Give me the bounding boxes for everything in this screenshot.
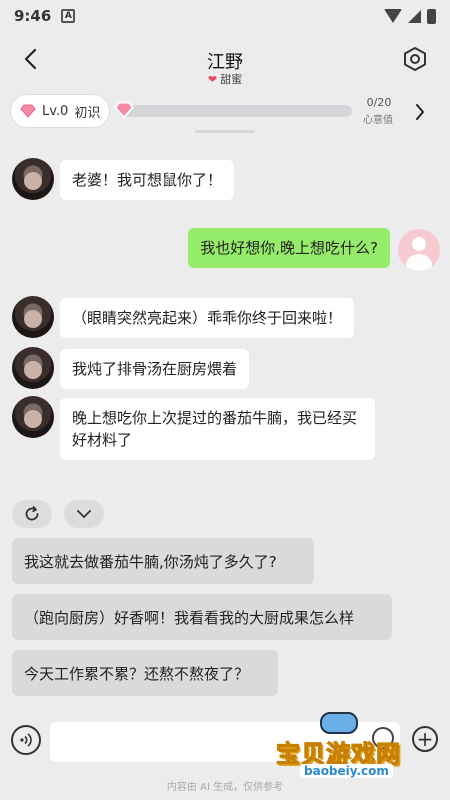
relationship-status: ❤ 甜蜜 [0,71,450,87]
level-rank: 初识 [74,105,101,121]
heart-gem-icon [20,104,36,118]
ai-disclaimer: 内容由 AI 生成，仅供参考 [166,782,284,793]
notification-icon: A [61,9,76,23]
intimacy-level-bar: Lv.0 初识 0/20 心意值 [0,92,450,130]
bot-avatar[interactable] [12,347,54,389]
message-row: （眼睛突然亮起来）乖乖你终于回来啦！ [12,296,355,338]
message-bubble: 老婆！我可想鼠你了！ [60,160,235,200]
message-bubble: （眼睛突然亮起来）乖乖你终于回来啦！ [60,298,355,338]
status-icons [384,8,436,24]
wifi-icon [384,9,402,23]
message-row: 我也好想你,晚上想吃什么? [188,228,440,271]
status-time: 9:46 [14,7,52,25]
progress-gem-icon [114,101,134,119]
status-bar: 9:46 A [0,0,450,32]
bot-avatar[interactable] [12,158,54,200]
cellular-icon [408,9,421,23]
message-row: 晚上想吃你上次提过的番茄牛腩，我已经买好材料了 [12,396,375,460]
message-bubble: 晚上想吃你上次提过的番茄牛腩，我已经买好材料了 [60,398,375,460]
message-row: 老婆！我可想鼠你了！ [12,158,235,200]
message-bubble: 我炖了排骨汤在厨房煨着 [60,349,250,389]
level-label: Lv.0 [42,103,69,119]
my-avatar[interactable] [398,229,440,271]
refresh-suggestions-button[interactable] [12,500,52,528]
suggestion-item[interactable]: 我这就去做番茄牛腩,你汤炖了多久了? [12,538,314,584]
chevron-right-icon[interactable] [412,101,428,123]
chat-header: 江野 ❤ 甜蜜 [0,34,450,88]
collapse-suggestions-button[interactable] [64,500,104,528]
watermark-logo: 宝贝游戏网 baobeiy.com [276,712,436,782]
suggestion-item[interactable]: （跑向厨房）好香啊！我看看我的大厨成果怎么样 [12,594,392,640]
progress-label: 心意值 [363,115,393,126]
voice-icon [20,733,32,747]
my-message-bubble: 我也好想你,晚上想吃什么? [188,228,390,268]
refresh-icon [25,506,39,521]
chevron-down-icon [77,510,91,518]
panel-handle [195,130,255,133]
progress-count: 0/20 [366,96,392,109]
message-row: 我炖了排骨汤在厨房煨着 [12,347,250,389]
voice-input-button[interactable] [11,725,41,755]
settings-icon[interactable] [402,46,428,72]
watermark-url: baobeiy.com [300,764,393,778]
relationship-label: 甜蜜 [220,73,243,86]
suggestion-item[interactable]: 今天工作累不累？还熬不熬夜了？ [12,650,278,696]
gamepad-icon [320,712,358,734]
battery-icon [427,8,436,24]
intimacy-progress-track [118,105,352,117]
level-badge[interactable]: Lv.0 初识 [10,94,110,128]
heart-emoji-icon: ❤ [207,73,218,86]
bot-avatar[interactable] [12,396,54,438]
bot-avatar[interactable] [12,296,54,338]
